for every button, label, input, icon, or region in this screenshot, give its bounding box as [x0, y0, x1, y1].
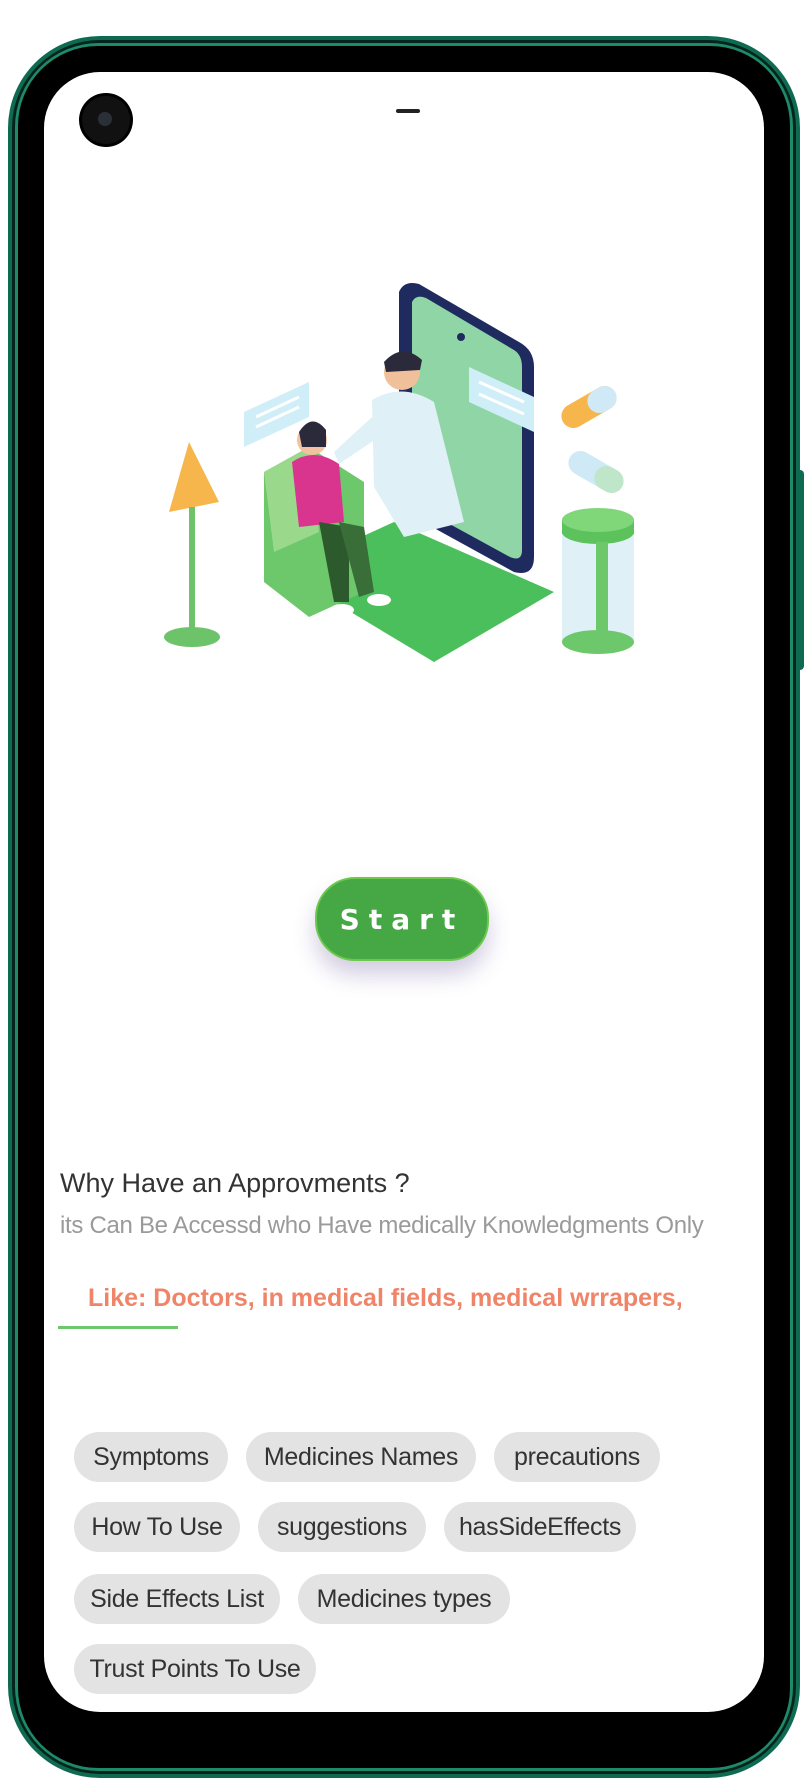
- app-screen: Start Why Have an Approvments ? its Can …: [44, 72, 764, 1712]
- chip-symptoms[interactable]: Symptoms: [74, 1432, 228, 1482]
- patient-body-shape: [292, 454, 344, 527]
- pill-green-shape: [568, 451, 624, 493]
- side-button: [798, 470, 804, 670]
- chip-trust-points[interactable]: Trust Points To Use: [74, 1644, 316, 1694]
- chip-precautions[interactable]: precautions: [494, 1432, 660, 1482]
- chip-side-effects-list[interactable]: Side Effects List: [74, 1574, 280, 1624]
- approvals-examples: Like: Doctors, in medical fields, medica…: [88, 1284, 683, 1312]
- front-camera-icon: [82, 96, 130, 144]
- pill-orange-shape: [561, 386, 617, 428]
- approvals-description: its Can Be Accessd who Have medically Kn…: [60, 1212, 704, 1239]
- start-button[interactable]: Start: [315, 877, 489, 961]
- approvals-heading: Why Have an Approvments ?: [60, 1168, 410, 1198]
- lamp-base-shape: [164, 627, 220, 647]
- section-underline: [58, 1326, 178, 1329]
- chip-how-to-use[interactable]: How To Use: [74, 1502, 240, 1552]
- chip-medicines-names[interactable]: Medicines Names: [246, 1432, 476, 1482]
- chip-suggestions[interactable]: suggestions: [258, 1502, 426, 1552]
- speaker-notch: [396, 109, 420, 113]
- chip-has-side-effects[interactable]: hasSideEffects: [444, 1502, 636, 1552]
- doctor-patient-illustration: [164, 283, 634, 662]
- lamp-shade-shape: [169, 442, 219, 512]
- chip-medicines-types[interactable]: Medicines types: [298, 1574, 510, 1624]
